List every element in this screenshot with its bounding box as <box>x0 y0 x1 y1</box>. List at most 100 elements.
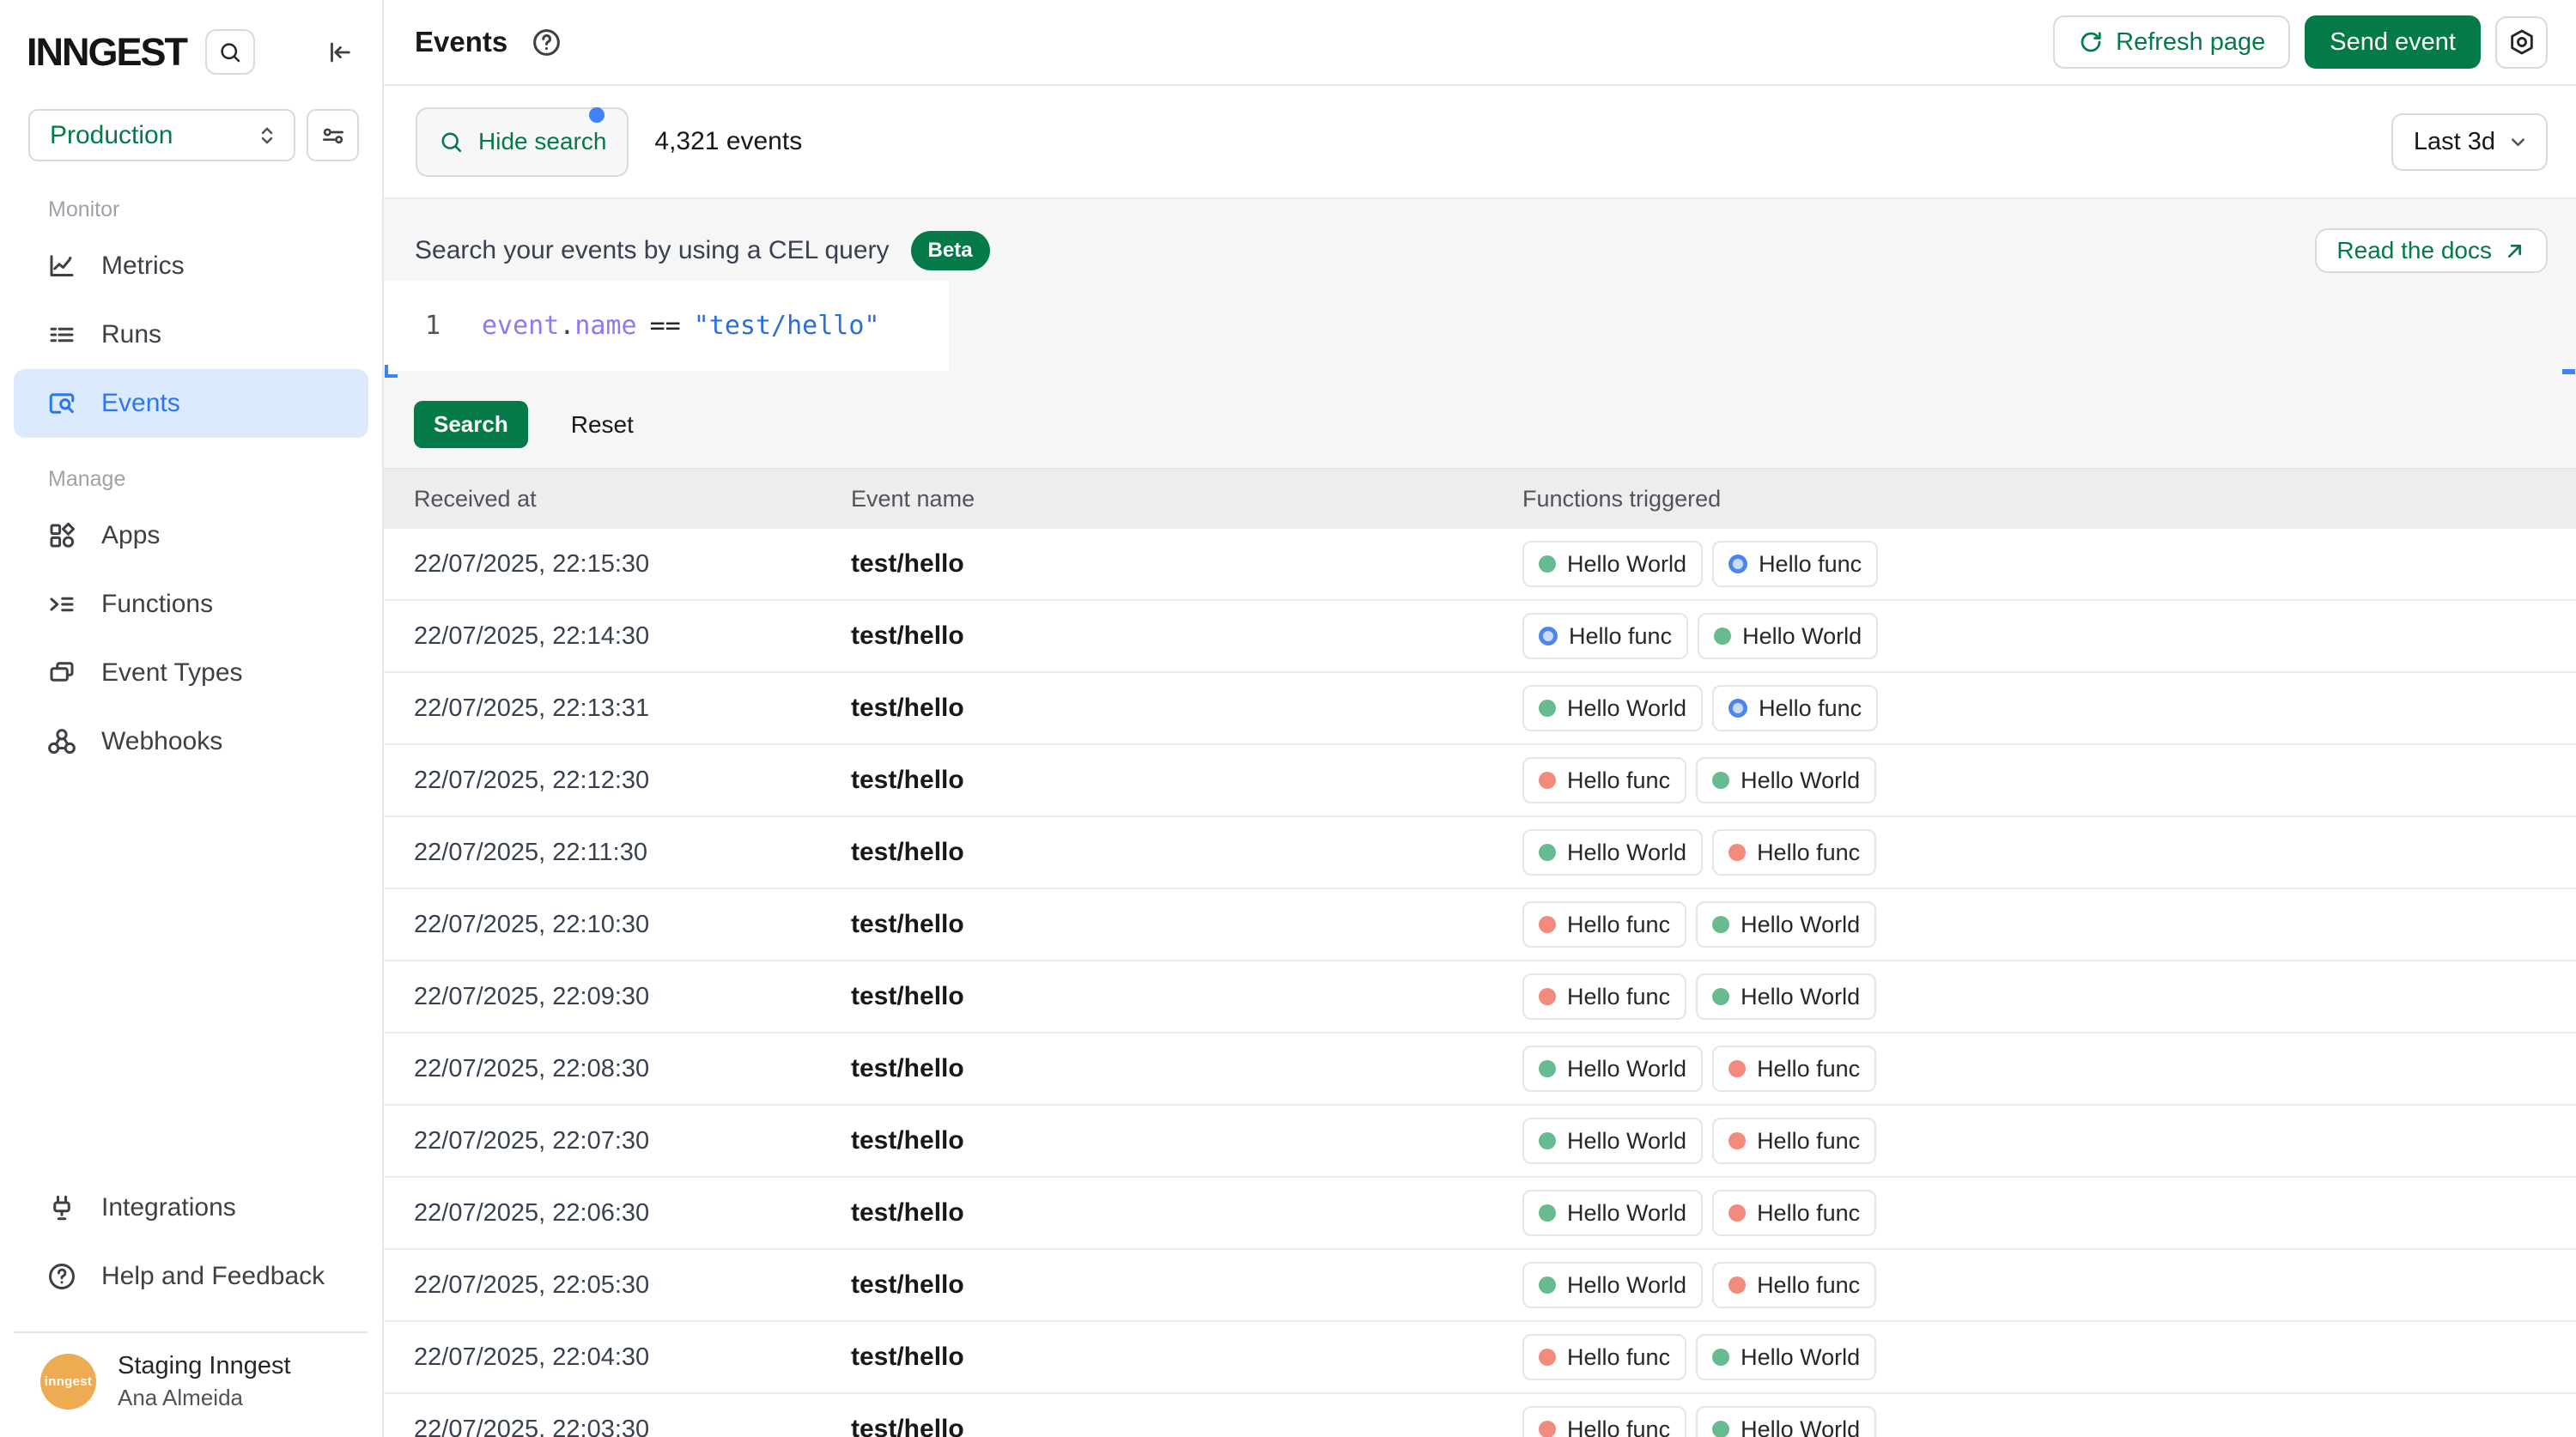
sidebar-item-integrations[interactable]: Integrations <box>14 1173 368 1242</box>
row-received-at: 22/07/2025, 22:11:30 <box>384 839 851 867</box>
function-badge[interactable]: Hello World <box>1522 685 1703 731</box>
function-badge[interactable]: Hello World <box>1696 973 1876 1020</box>
table-row[interactable]: 22/07/2025, 22:09:30test/helloHello func… <box>384 961 2576 1034</box>
function-badge[interactable]: Hello func <box>1712 1118 1876 1164</box>
function-badge[interactable]: Hello func <box>1712 541 1878 587</box>
table-row[interactable]: 22/07/2025, 22:05:30test/helloHello Worl… <box>384 1250 2576 1322</box>
time-range-select[interactable]: Last 3d <box>2391 113 2548 171</box>
function-badge[interactable]: Hello World <box>1698 613 1878 659</box>
function-badge[interactable]: Hello World <box>1522 829 1703 876</box>
settings-button[interactable] <box>2495 16 2548 69</box>
reset-button[interactable]: Reset <box>571 411 634 439</box>
failed-status-dot-icon <box>1539 988 1556 1005</box>
row-event-name: test/hello <box>851 1054 1512 1083</box>
send-event-button[interactable]: Send event <box>2305 15 2481 69</box>
column-header-event-name: Event name <box>851 486 1512 512</box>
collapse-sidebar-icon <box>325 38 354 67</box>
table-row[interactable]: 22/07/2025, 22:10:30test/helloHello func… <box>384 889 2576 961</box>
function-badge-label: Hello func <box>1567 1344 1670 1371</box>
sidebar-item-functions[interactable]: Functions <box>14 570 368 639</box>
toggle-search-button[interactable]: Hide search <box>416 107 629 177</box>
cel-panel-header: Search your events by using a CEL query … <box>384 199 2576 273</box>
sidebar: INNGEST Production <box>0 0 384 1437</box>
environment-filter-button[interactable] <box>307 109 359 161</box>
table-row[interactable]: 22/07/2025, 22:12:30test/helloHello func… <box>384 745 2576 817</box>
sidebar-item-apps[interactable]: Apps <box>14 501 368 570</box>
function-badge[interactable]: Hello World <box>1696 757 1876 803</box>
row-event-name: test/hello <box>851 1343 1512 1372</box>
sidebar-item-events[interactable]: Events <box>14 369 368 438</box>
table-row[interactable]: 22/07/2025, 22:13:31test/helloHello Worl… <box>384 673 2576 745</box>
function-badge[interactable]: Hello func <box>1712 1190 1876 1236</box>
row-event-name: test/hello <box>851 1270 1512 1300</box>
environment-select[interactable]: Production <box>28 109 295 161</box>
question-circle-icon <box>531 27 562 58</box>
events-controls: Hide search 4,321 events Last 3d <box>384 86 2576 197</box>
function-badge[interactable]: Hello World <box>1522 1046 1703 1092</box>
function-badge[interactable]: Hello World <box>1696 901 1876 948</box>
sidebar-item-runs[interactable]: Runs <box>14 300 368 369</box>
function-badge[interactable]: Hello World <box>1696 1334 1876 1380</box>
row-received-at: 22/07/2025, 22:13:31 <box>384 694 851 723</box>
function-badge-label: Hello func <box>1757 1272 1860 1299</box>
table-row[interactable]: 22/07/2025, 22:08:30test/helloHello Worl… <box>384 1034 2576 1106</box>
search-submit-button[interactable]: Search <box>414 401 528 448</box>
table-row[interactable]: 22/07/2025, 22:15:30test/helloHello Worl… <box>384 529 2576 601</box>
table-row[interactable]: 22/07/2025, 22:07:30test/helloHello Worl… <box>384 1106 2576 1178</box>
function-badge[interactable]: Hello World <box>1522 1118 1703 1164</box>
function-badge-label: Hello func <box>1757 840 1860 866</box>
function-badge-label: Hello World <box>1567 840 1686 866</box>
function-badge[interactable]: Hello World <box>1522 1262 1703 1308</box>
function-badge[interactable]: Hello World <box>1522 541 1703 587</box>
search-icon <box>217 39 243 65</box>
function-badge[interactable]: Hello World <box>1696 1406 1876 1437</box>
user-profile[interactable]: inngest Staging Inngest Ana Almeida <box>14 1333 368 1437</box>
row-received-at: 22/07/2025, 22:06:30 <box>384 1199 851 1228</box>
completed-status-dot-icon <box>1712 772 1729 789</box>
function-badge[interactable]: Hello func <box>1712 829 1876 876</box>
function-badge[interactable]: Hello func <box>1522 973 1686 1020</box>
page-help-button[interactable] <box>531 27 562 58</box>
function-badge[interactable]: Hello func <box>1712 1262 1876 1308</box>
function-badge[interactable]: Hello func <box>1522 1406 1686 1437</box>
row-functions: Hello funcHello World <box>1512 973 2576 1020</box>
row-event-name: test/hello <box>851 838 1512 867</box>
function-badge[interactable]: Hello func <box>1522 757 1686 803</box>
function-badge-label: Hello func <box>1757 1128 1860 1155</box>
function-badge[interactable]: Hello func <box>1712 1046 1876 1092</box>
function-badge-label: Hello func <box>1759 695 1862 722</box>
read-docs-button[interactable]: Read the docs <box>2315 228 2548 273</box>
function-badge[interactable]: Hello func <box>1522 613 1688 659</box>
table-row[interactable]: 22/07/2025, 22:04:30test/helloHello func… <box>384 1322 2576 1394</box>
user-name: Ana Almeida <box>118 1385 291 1411</box>
editor-line-number: 1 <box>384 311 482 341</box>
table-row[interactable]: 22/07/2025, 22:14:30test/helloHello func… <box>384 601 2576 673</box>
sidebar-nav: Monitor Metrics Runs Events Manage <box>0 187 382 776</box>
table-row[interactable]: 22/07/2025, 22:11:30test/hello Hello Worl… <box>384 817 2576 889</box>
function-badge[interactable]: Hello func <box>1522 901 1686 948</box>
table-row[interactable]: 22/07/2025, 22:06:30test/helloHello Worl… <box>384 1178 2576 1250</box>
avatar: inngest <box>40 1354 96 1410</box>
collapse-sidebar-button[interactable] <box>320 29 358 75</box>
failed-status-dot-icon <box>1539 916 1556 933</box>
editor-resize-handle-left[interactable] <box>385 365 398 378</box>
row-functions: Hello func Hello World <box>1512 1406 2576 1437</box>
refresh-page-button[interactable]: Refresh page <box>2053 15 2290 69</box>
search-active-dot <box>589 107 605 123</box>
function-badge-label: Hello World <box>1741 1416 1860 1437</box>
completed-status-dot-icon <box>1539 844 1556 861</box>
function-badge[interactable]: Hello func <box>1522 1334 1686 1380</box>
sidebar-item-webhooks[interactable]: Webhooks <box>14 707 368 776</box>
apps-icon <box>46 520 77 551</box>
function-badge-label: Hello World <box>1567 551 1686 578</box>
table-row[interactable]: 22/07/2025, 22:03:30test/helloHello func… <box>384 1394 2576 1437</box>
sidebar-item-event-types[interactable]: Event Types <box>14 639 368 707</box>
function-badge[interactable]: Hello func <box>1712 685 1878 731</box>
function-badge[interactable]: Hello World <box>1522 1190 1703 1236</box>
sidebar-search-button[interactable] <box>205 29 255 75</box>
editor-resize-handle-right[interactable] <box>2562 369 2575 374</box>
sidebar-item-metrics[interactable]: Metrics <box>14 232 368 300</box>
sidebar-item-help-and-feedback[interactable]: Help and Feedback <box>14 1242 368 1311</box>
cel-query-editor[interactable]: 1 event.name=="test/hello" <box>384 281 949 371</box>
cel-query-code: event.name=="test/hello" <box>482 311 880 341</box>
